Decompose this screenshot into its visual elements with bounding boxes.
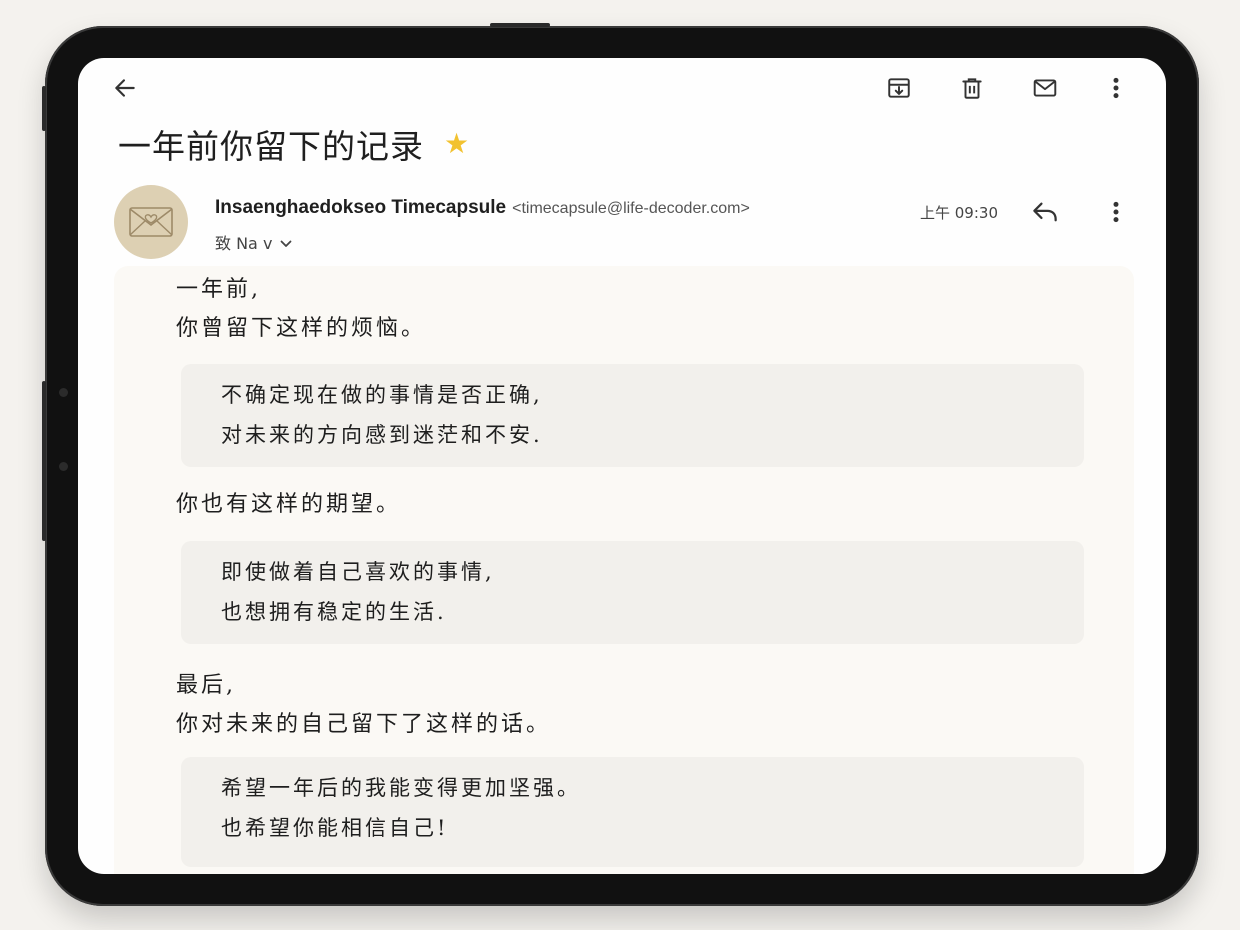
intro-line: 你曾留下这样的烦恼。	[176, 316, 427, 341]
quote-line: 不确定现在做的事情是否正确,	[221, 383, 543, 407]
sensor-dot	[59, 462, 68, 471]
chevron-down-icon	[280, 233, 292, 252]
volume-button	[42, 86, 46, 131]
email-screen: 一年前你留下的记录 ★ Insaenghaedokseo Timecapsule…	[78, 58, 1166, 874]
quote-line: 也想拥有稳定的生活.	[221, 600, 447, 624]
top-button	[490, 23, 550, 27]
back-arrow-icon[interactable]	[107, 70, 143, 106]
sender-avatar[interactable]	[114, 185, 188, 259]
email-body: 一年前, 你曾留下这样的烦恼。 不确定现在做的事情是否正确, 对未来的方向感到迷…	[114, 266, 1134, 874]
final-intro-line: 你对未来的自己留下了这样的话。	[176, 712, 552, 737]
final-intro-line: 最后,	[176, 673, 236, 698]
tablet-frame: 一年前你留下的记录 ★ Insaenghaedokseo Timecapsule…	[42, 23, 1199, 906]
email-subject-row: 一年前你留下的记录 ★	[118, 120, 469, 168]
sender-line: Insaenghaedokseo Timecapsule <timecapsule…	[215, 197, 750, 219]
quote-line: 希望一年后的我能变得更加坚强。	[221, 776, 581, 800]
email-toolbar	[78, 58, 1166, 118]
sender-name: Insaenghaedokseo Timecapsule	[215, 197, 507, 218]
email-subject: 一年前你留下的记录	[118, 127, 424, 166]
delete-icon[interactable]	[954, 70, 990, 106]
quote-line: 也希望你能相信自己!	[221, 816, 449, 840]
quote-line: 即使做着自己喜欢的事情,	[221, 560, 495, 584]
recipient-label: 致 Na v	[215, 234, 273, 253]
camera-dot	[59, 388, 68, 397]
archive-icon[interactable]	[881, 70, 917, 106]
star-icon[interactable]: ★	[444, 130, 469, 158]
message-more-icon[interactable]	[1098, 194, 1134, 230]
recipient-dropdown[interactable]: 致 Na v	[215, 230, 292, 254]
final-quote: 希望一年后的我能变得更加坚强。 也希望你能相信自己!	[181, 757, 1084, 867]
mail-icon[interactable]	[1027, 70, 1063, 106]
reply-icon[interactable]	[1027, 194, 1063, 230]
worry-quote: 不确定现在做的事情是否正确, 对未来的方向感到迷茫和不安.	[181, 364, 1084, 467]
sender-email: <timecapsule@life-decoder.com>	[512, 200, 750, 217]
more-vert-icon[interactable]	[1098, 70, 1134, 106]
intro-line: 一年前,	[176, 277, 261, 302]
email-time: 上午 09:30	[920, 204, 998, 222]
side-button	[42, 381, 46, 541]
envelope-heart-icon	[129, 207, 173, 237]
hope-intro-line: 你也有这样的期望。	[176, 492, 402, 517]
hope-quote: 即使做着自己喜欢的事情, 也想拥有稳定的生活.	[181, 541, 1084, 644]
quote-line: 对未来的方向感到迷茫和不安.	[221, 423, 543, 447]
